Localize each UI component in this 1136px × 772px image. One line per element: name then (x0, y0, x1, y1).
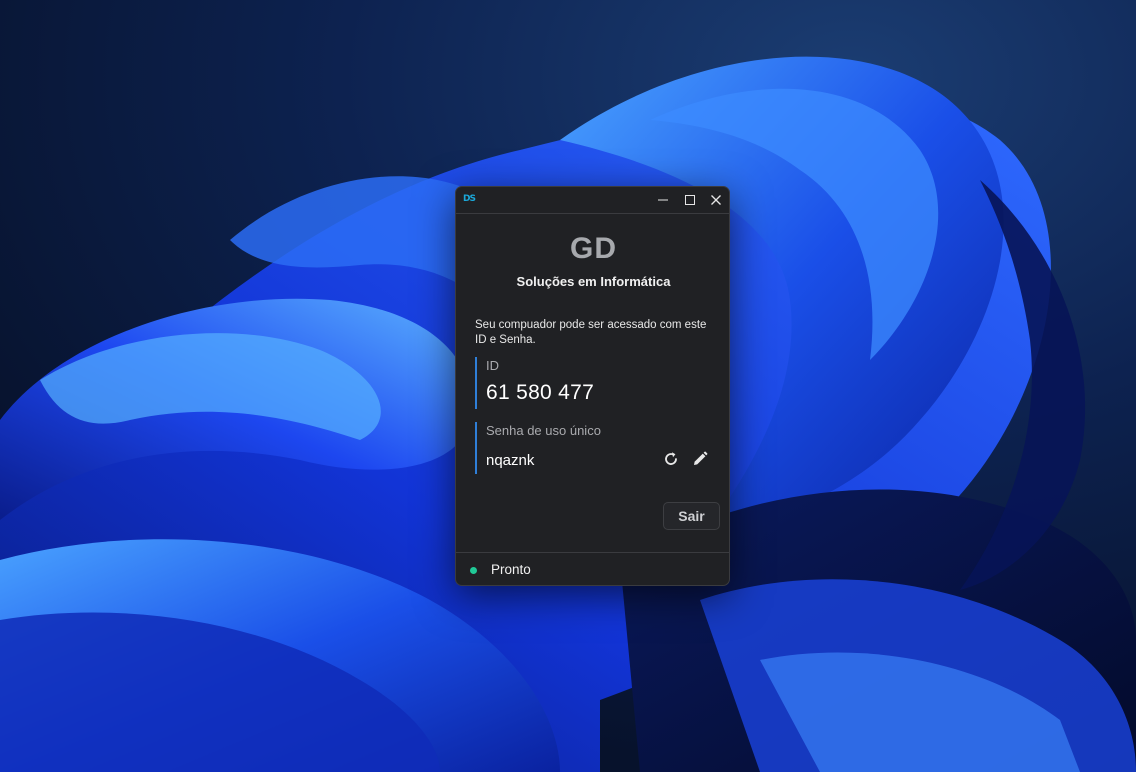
refresh-password-button[interactable] (660, 448, 682, 470)
pencil-icon (694, 451, 708, 465)
maximize-button[interactable] (679, 190, 701, 210)
title-bar[interactable]: DS (456, 187, 729, 214)
status-indicator-icon (470, 567, 477, 574)
brand-title: GD (570, 232, 617, 265)
close-icon (711, 195, 721, 205)
exit-button[interactable]: Sair (663, 502, 720, 530)
refresh-icon (665, 452, 677, 465)
password-label: Senha de uso único (486, 423, 601, 438)
id-label: ID (486, 358, 499, 373)
id-value[interactable]: 61 580 477 (486, 381, 594, 405)
id-field: ID 61 580 477 (475, 357, 715, 409)
status-bar: Pronto (456, 552, 729, 585)
app-logo-icon: DS (463, 194, 476, 204)
brand-subtitle: Soluções em Informática (516, 274, 671, 289)
password-value[interactable]: nqaznk (486, 452, 534, 469)
app-window: DS GD Soluções em Informática Seu compua… (455, 186, 730, 586)
password-field: Senha de uso único nqaznk (475, 422, 715, 474)
status-text: Pronto (491, 562, 531, 577)
maximize-icon (685, 195, 695, 205)
edit-password-button[interactable] (689, 448, 711, 470)
minimize-icon (658, 199, 668, 201)
close-button[interactable] (705, 190, 727, 210)
minimize-button[interactable] (652, 190, 674, 210)
access-info-text: Seu compuador pode ser acessado com este… (475, 319, 707, 346)
